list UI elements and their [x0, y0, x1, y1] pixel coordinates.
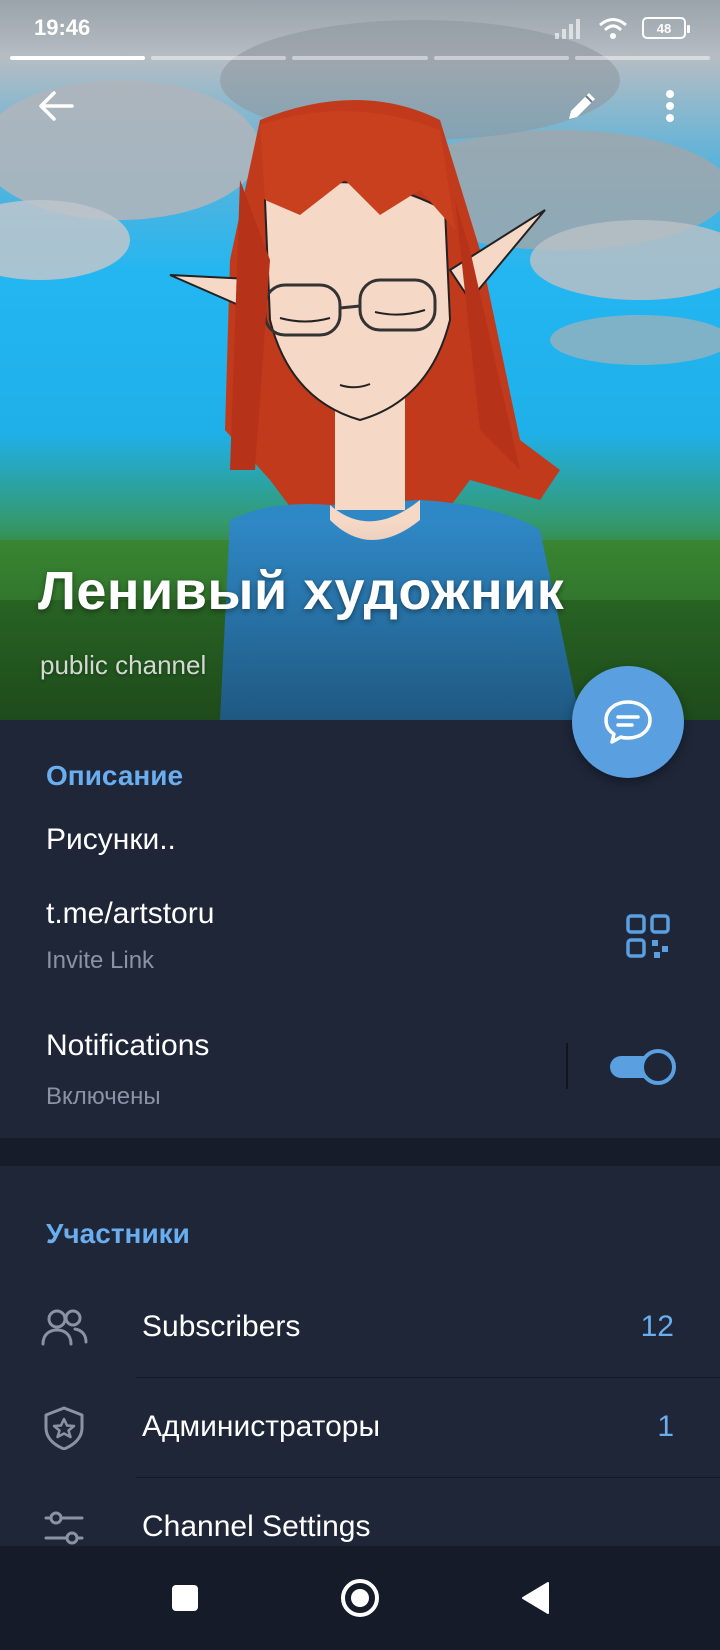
more-vertical-icon [666, 90, 674, 122]
square-icon [172, 1585, 198, 1611]
section-gap [0, 1138, 720, 1166]
sliders-icon [44, 1511, 84, 1545]
story-segment [10, 56, 146, 60]
notifications-toggle[interactable] [608, 1047, 678, 1087]
members-section: Участники Subscribers 12 Администраторы … [0, 1166, 720, 1546]
divider [566, 1043, 568, 1089]
status-bar: 19:46 48 [0, 0, 720, 56]
invite-link-caption: Invite Link [46, 947, 155, 974]
wifi-icon [599, 18, 627, 39]
members-heading: Участники [46, 1218, 190, 1249]
qr-code-button[interactable] [624, 912, 674, 962]
battery-icon: 48 [642, 17, 690, 39]
subscribers-label: Subscribers [142, 1310, 301, 1343]
top-actions [0, 78, 720, 138]
status-time: 19:46 [34, 15, 91, 40]
back-button[interactable] [28, 78, 84, 134]
subscribers-row[interactable]: Subscribers 12 [0, 1278, 720, 1378]
open-chat-button[interactable] [572, 666, 684, 778]
channel-type: public channel [40, 650, 207, 680]
notifications-label[interactable]: Notifications [46, 1029, 209, 1063]
channel-settings-label: Channel Settings [142, 1510, 371, 1543]
home-button[interactable] [330, 1568, 390, 1628]
administrators-count: 1 [657, 1410, 674, 1443]
story-segment [433, 56, 569, 60]
story-segment [574, 56, 711, 60]
story-progress [10, 56, 711, 60]
qr-code-icon [626, 914, 670, 958]
administrators-row[interactable]: Администраторы 1 [0, 1378, 720, 1478]
battery-level: 48 [656, 20, 672, 36]
edit-button[interactable] [554, 78, 610, 134]
system-navigation-bar [0, 1546, 720, 1650]
story-segment [151, 56, 287, 60]
pencil-icon [569, 93, 595, 119]
administrators-label: Администраторы [142, 1410, 381, 1443]
story-segment [292, 56, 428, 60]
subscribers-count: 12 [640, 1310, 674, 1343]
triangle-back-icon [522, 1582, 549, 1614]
channel-title: Ленивый художник [38, 561, 565, 621]
toggle-knob [640, 1049, 676, 1085]
home-circle-icon [341, 1579, 379, 1617]
invite-link[interactable]: t.me/artstoru [46, 897, 214, 931]
more-options-button[interactable] [650, 78, 690, 134]
shield-star-icon [44, 1406, 84, 1450]
channel-description: Рисунки.. [46, 823, 176, 856]
recent-apps-button[interactable] [155, 1568, 215, 1628]
people-icon [41, 1309, 88, 1346]
status-indicators: 48 [554, 16, 690, 40]
description-heading: Описание [46, 760, 184, 791]
notifications-state: Включены [46, 1083, 161, 1110]
arrow-left-icon [39, 91, 74, 121]
signal-icon [555, 19, 580, 39]
nav-back-button[interactable] [505, 1568, 565, 1628]
chat-bubble-icon [604, 700, 652, 744]
